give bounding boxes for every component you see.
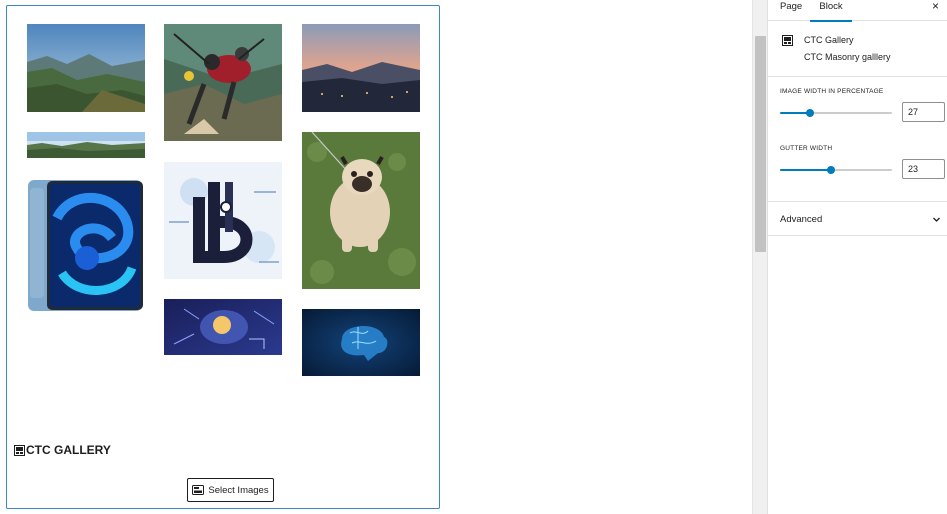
gallery-heading: CTC GALLERY [14, 443, 111, 457]
pug-dog-image[interactable] [302, 132, 420, 289]
scrollbar-thumb[interactable] [755, 36, 766, 252]
sidebar-tabs: Page Block × [768, 0, 947, 22]
select-images-button[interactable]: Select Images [187, 478, 274, 502]
block-card-description: CTC Masonry galllery [804, 52, 891, 62]
tab-page[interactable]: Page [780, 0, 802, 21]
editor-canvas: CTC GALLERY Select Images [0, 0, 752, 514]
block-card-title: CTC Gallery [804, 35, 854, 45]
gutter-width-slider[interactable] [780, 166, 892, 174]
image-width-slider[interactable] [780, 109, 892, 117]
gutter-width-input[interactable]: 23 [902, 159, 945, 179]
image-width-slider-handle[interactable] [806, 109, 814, 117]
advanced-panel-toggle[interactable]: Advanced [768, 202, 947, 236]
block-card: CTC Gallery CTC Masonry galllery [768, 21, 947, 77]
gallery-icon [14, 444, 25, 456]
chevron-down-icon [933, 217, 940, 222]
mountain-valley-image[interactable] [27, 24, 145, 112]
advanced-label: Advanced [780, 214, 823, 225]
ipad-image[interactable] [27, 178, 145, 312]
gutter-width-label: Gutter width [780, 145, 833, 152]
gutter-width-slider-fill [780, 169, 831, 171]
settings-sidebar: Page Block × CTC Gallery CTC Masonry gal… [767, 0, 947, 514]
robot-brain-image[interactable] [164, 299, 282, 355]
image-width-label: Image width in percentage [780, 88, 884, 95]
blue-brain-image[interactable] [302, 309, 420, 376]
gallery-title-text: CTC GALLERY [26, 443, 111, 457]
editor-scrollbar[interactable] [752, 0, 767, 514]
image-icon [192, 485, 205, 495]
gutter-width-slider-handle[interactable] [827, 166, 835, 174]
select-images-label: Select Images [208, 484, 269, 496]
paragliding-image[interactable] [164, 24, 282, 141]
app-root: CTC GALLERY Select Images Page Block × C… [0, 0, 947, 514]
panorama-image[interactable] [27, 132, 145, 158]
block-settings-panel: Image width in percentage 27 Gutter widt… [768, 77, 947, 202]
close-icon[interactable]: × [932, 0, 939, 12]
tab-block[interactable]: Block [810, 0, 852, 22]
letter-b-image[interactable] [164, 162, 282, 279]
gallery-block-icon [782, 35, 793, 46]
image-width-input[interactable]: 27 [902, 102, 945, 122]
ctc-gallery-block[interactable]: CTC GALLERY Select Images [6, 5, 440, 509]
sunset-hills-image[interactable] [302, 24, 420, 112]
